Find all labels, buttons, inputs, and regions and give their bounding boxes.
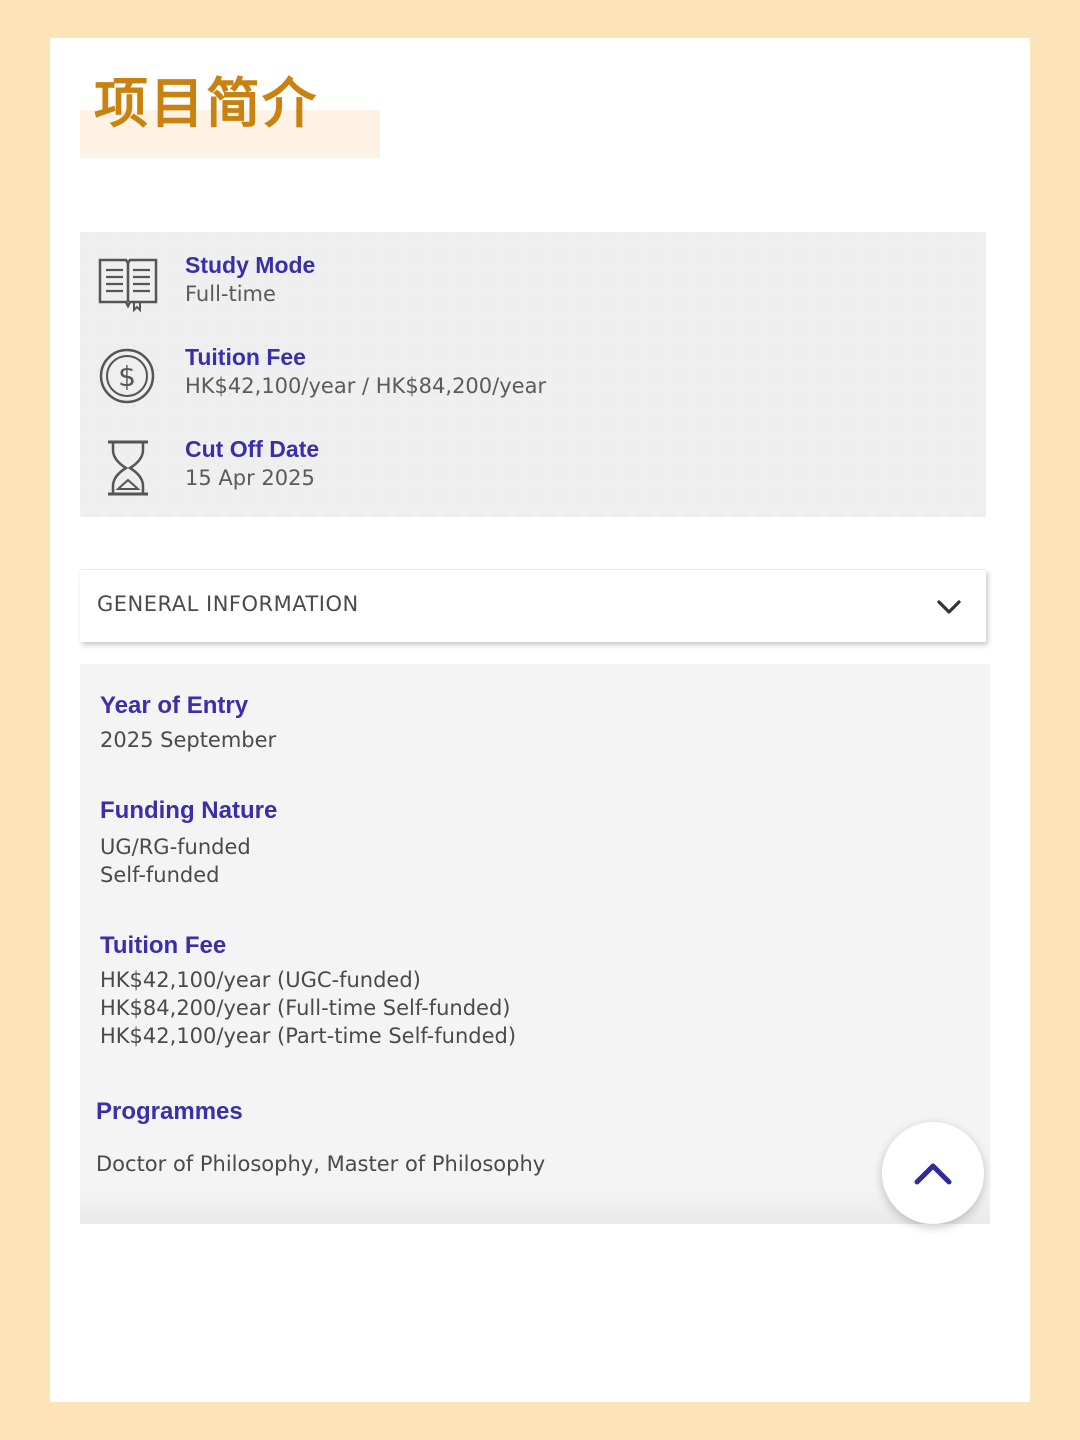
summary-item-study-mode: Study Mode Full-time	[80, 240, 986, 320]
page-title: 项目简介	[94, 72, 318, 135]
scroll-to-top-button[interactable]	[882, 1122, 984, 1224]
summary-label: Study Mode	[185, 252, 316, 278]
summary-item-tuition-fee: $ Tuition Fee HK$42,100/year / HK$84,200…	[80, 332, 986, 412]
detail-value: Self-funded	[100, 863, 220, 887]
page-title-block: 项目简介	[80, 72, 380, 162]
content-card: 项目简介 Study Mode Full-time $ Tuition Fee …	[50, 38, 1030, 1402]
detail-value: Doctor of Philosophy, Master of Philosop…	[96, 1152, 546, 1176]
summary-value: Full-time	[185, 282, 276, 306]
summary-value: 15 Apr 2025	[185, 466, 315, 490]
general-information-accordion[interactable]: GENERAL INFORMATION	[80, 569, 986, 642]
detail-label-tuition-fee: Tuition Fee	[100, 932, 227, 959]
hourglass-icon	[96, 434, 160, 498]
chevron-down-icon[interactable]	[934, 592, 964, 622]
summary-label: Cut Off Date	[185, 436, 320, 462]
detail-label-funding-nature: Funding Nature	[100, 797, 278, 824]
detail-label-year-of-entry: Year of Entry	[100, 692, 249, 719]
summary-item-cut-off-date: Cut Off Date 15 Apr 2025	[80, 424, 986, 504]
accordion-title: GENERAL INFORMATION	[97, 592, 359, 616]
dollar-coin-icon: $	[96, 342, 160, 406]
chevron-up-icon	[914, 1163, 952, 1185]
detail-value: 2025 September	[100, 728, 277, 752]
general-information-details: Year of Entry 2025 September Funding Nat…	[80, 664, 990, 1224]
svg-text:$: $	[118, 360, 136, 393]
detail-value: HK$42,100/year (Part-time Self-funded)	[100, 1024, 517, 1048]
detail-label-programmes: Programmes	[96, 1098, 243, 1125]
summary-label: Tuition Fee	[185, 344, 306, 370]
programme-summary-panel: Study Mode Full-time $ Tuition Fee HK$42…	[80, 232, 986, 517]
summary-value: HK$42,100/year / HK$84,200/year	[185, 374, 547, 398]
book-icon	[96, 250, 160, 314]
detail-value: UG/RG-funded	[100, 835, 251, 859]
detail-value: HK$84,200/year (Full-time Self-funded)	[100, 996, 511, 1020]
detail-value: HK$42,100/year (UGC-funded)	[100, 968, 421, 992]
